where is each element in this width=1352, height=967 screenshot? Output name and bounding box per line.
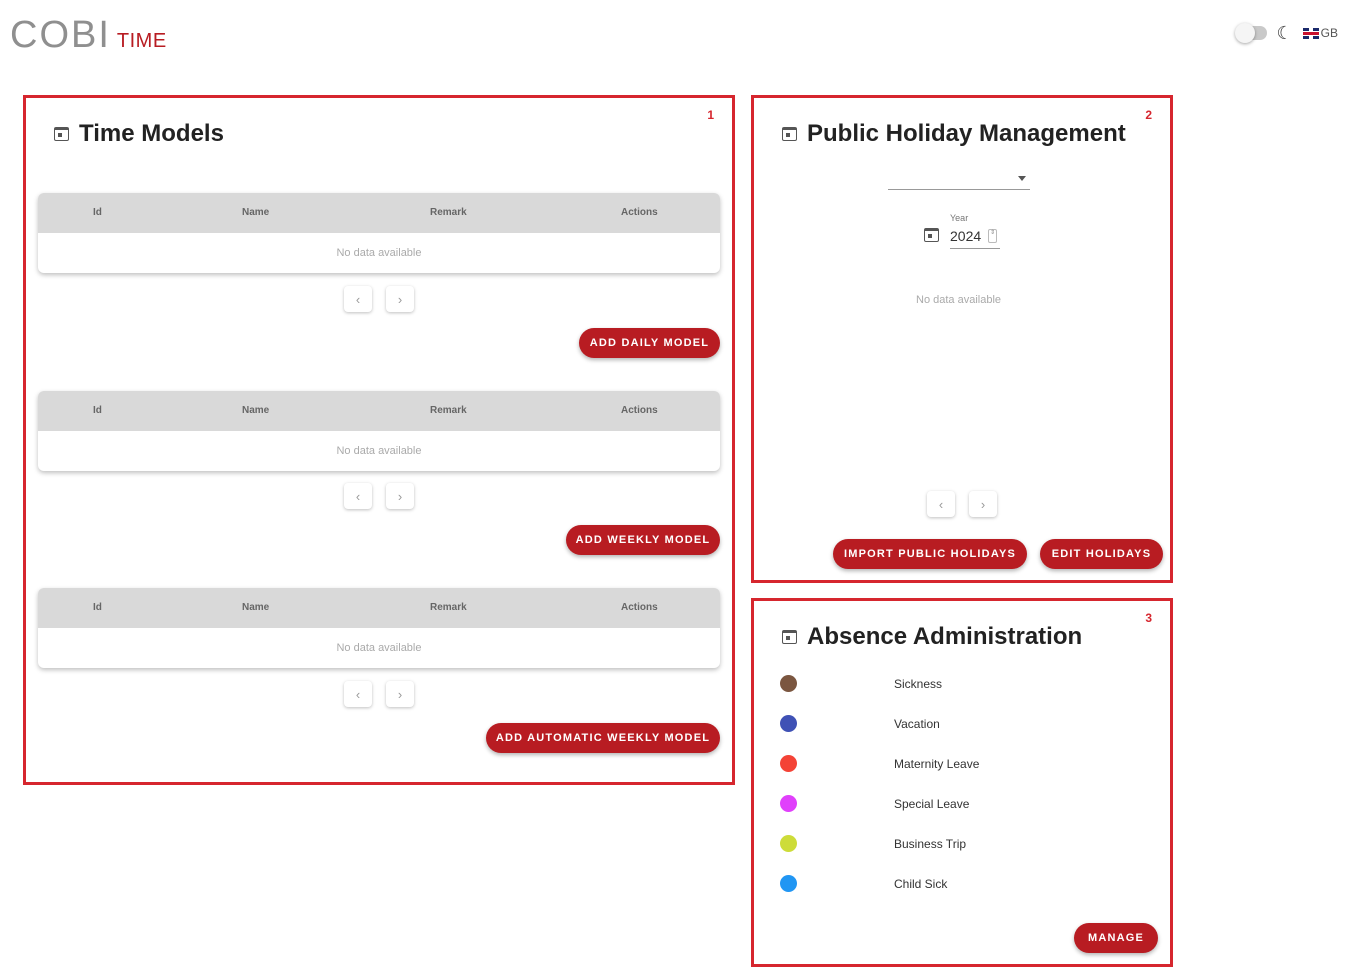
- next-page-button[interactable]: ›: [386, 286, 414, 312]
- public-holiday-title: Public Holiday Management: [782, 120, 1126, 148]
- absence-type-label: Vacation: [894, 716, 940, 731]
- empty-text: No data available: [336, 445, 422, 457]
- col-id[interactable]: Id: [93, 405, 102, 416]
- add-weekly-model-button[interactable]: ADD WEEKLY MODEL: [566, 525, 720, 555]
- absence-color-dot: [780, 755, 797, 772]
- col-remark[interactable]: Remark: [430, 405, 467, 416]
- col-name[interactable]: Name: [242, 207, 269, 218]
- empty-text: No data available: [916, 294, 1002, 306]
- prev-page-button[interactable]: ‹: [927, 491, 955, 517]
- holiday-pagination: ‹ ›: [927, 491, 997, 517]
- edit-holidays-button[interactable]: EDIT HOLIDAYS: [1040, 539, 1163, 569]
- absence-admin-panel: 3 Absence Administration Sickness Vacatio…: [751, 598, 1173, 967]
- moon-icon: ☾: [1276, 23, 1293, 43]
- absence-color-dot: [780, 675, 797, 692]
- panel-title-text: Public Holiday Management: [807, 120, 1126, 147]
- absence-type-row: Sickness: [780, 675, 942, 692]
- daily-pagination: ‹ ›: [344, 286, 414, 312]
- absence-type-label: Business Trip: [894, 836, 967, 851]
- logo-main-text: COBI: [10, 14, 111, 56]
- app-logo: COBI TIME: [10, 14, 167, 54]
- absence-type-row: Vacation: [780, 715, 940, 732]
- absence-color-dot: [780, 715, 797, 732]
- select-underline: [888, 189, 1030, 190]
- col-id[interactable]: Id: [93, 207, 102, 218]
- table-header: Id Name Remark Actions: [38, 193, 720, 233]
- table-header: Id Name Remark Actions: [38, 391, 720, 431]
- dark-mode-toggle[interactable]: [1234, 23, 1267, 43]
- manage-button[interactable]: MANAGE: [1074, 923, 1158, 953]
- chevron-down-icon[interactable]: [1018, 176, 1026, 181]
- add-daily-model-button[interactable]: ADD DAILY MODEL: [579, 328, 720, 358]
- weekly-models-table: Id Name Remark Actions No data available: [38, 391, 720, 471]
- year-underline: [950, 248, 1000, 249]
- next-page-button[interactable]: ›: [386, 681, 414, 707]
- absence-type-row: Special Leave: [780, 795, 969, 812]
- col-name[interactable]: Name: [242, 405, 269, 416]
- logo-sub-text: TIME: [116, 30, 167, 52]
- time-models-title: Time Models: [54, 120, 224, 148]
- prev-page-button[interactable]: ‹: [344, 286, 372, 312]
- col-actions[interactable]: Actions: [621, 405, 658, 416]
- automatic-weekly-models-table: Id Name Remark Actions No data available: [38, 588, 720, 668]
- empty-text: No data available: [336, 247, 422, 259]
- prev-page-button[interactable]: ‹: [344, 681, 372, 707]
- year-input[interactable]: 2024: [950, 228, 981, 244]
- absence-type-row: Business Trip: [780, 835, 966, 852]
- public-holiday-panel: 2 Public Holiday Management Year 2024 ⇕ …: [751, 95, 1173, 583]
- absence-type-label: Maternity Leave: [894, 756, 980, 771]
- col-actions[interactable]: Actions: [621, 207, 658, 218]
- next-page-button[interactable]: ›: [969, 491, 997, 517]
- header-controls: ☾ GB: [1234, 23, 1338, 43]
- absence-type-label: Child Sick: [894, 876, 948, 891]
- add-automatic-weekly-model-button[interactable]: ADD AUTOMATIC WEEKLY MODEL: [486, 723, 720, 753]
- language-selector[interactable]: GB: [1302, 26, 1338, 40]
- panel-number: 3: [1145, 611, 1152, 625]
- absence-type-label: Sickness: [894, 676, 943, 691]
- absence-color-dot: [780, 795, 797, 812]
- calendar-clock-icon: [54, 127, 69, 141]
- calendar-icon: [924, 228, 939, 242]
- panel-title-text: Absence Administration: [807, 623, 1083, 650]
- import-public-holidays-button[interactable]: IMPORT PUBLIC HOLIDAYS: [833, 539, 1027, 569]
- daily-models-table: Id Name Remark Actions No data available: [38, 193, 720, 273]
- table-header: Id Name Remark Actions: [38, 588, 720, 628]
- absence-admin-title: Absence Administration: [782, 623, 1082, 651]
- absence-color-dot: [780, 875, 797, 892]
- next-page-button[interactable]: ›: [386, 483, 414, 509]
- year-label: Year: [950, 213, 969, 223]
- panel-number: 1: [707, 108, 714, 122]
- absence-color-dot: [780, 835, 797, 852]
- prev-page-button[interactable]: ‹: [344, 483, 372, 509]
- year-stepper-icon[interactable]: ⇕: [988, 229, 997, 243]
- panel-number: 2: [1145, 108, 1152, 122]
- col-name[interactable]: Name: [242, 602, 269, 613]
- col-remark[interactable]: Remark: [430, 207, 467, 218]
- absence-type-row: Child Sick: [780, 875, 947, 892]
- panel-title-text: Time Models: [79, 120, 224, 147]
- uk-flag-icon: [1302, 27, 1319, 39]
- weekly-pagination: ‹ ›: [344, 483, 414, 509]
- col-remark[interactable]: Remark: [430, 602, 467, 613]
- automatic-weekly-pagination: ‹ ›: [344, 681, 414, 707]
- calendar-icon: [782, 630, 797, 644]
- absence-type-row: Maternity Leave: [780, 755, 979, 772]
- col-id[interactable]: Id: [93, 602, 102, 613]
- time-models-panel: 1 Time Models Id Name Remark Actions No …: [23, 95, 735, 785]
- calendar-icon: [782, 127, 797, 141]
- language-code: GB: [1320, 26, 1338, 40]
- empty-text: No data available: [336, 642, 422, 654]
- col-actions[interactable]: Actions: [621, 602, 658, 613]
- absence-type-label: Special Leave: [894, 796, 970, 811]
